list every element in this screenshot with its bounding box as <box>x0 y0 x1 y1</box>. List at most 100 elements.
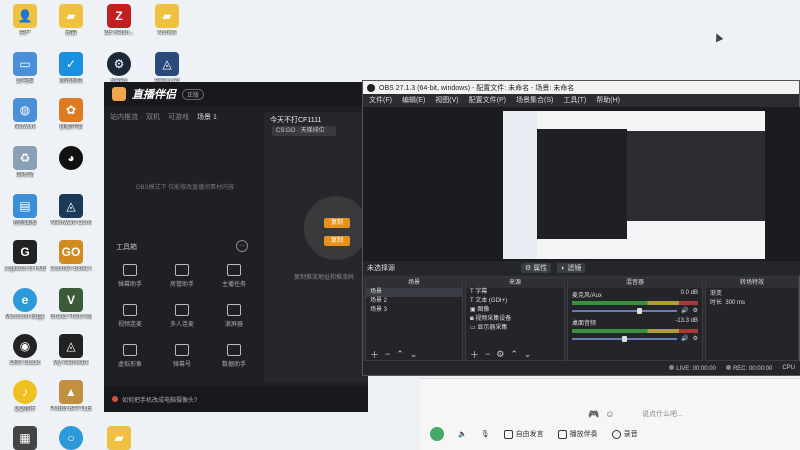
speaker-icon[interactable]: 🔊 <box>681 335 688 342</box>
desktop-icon[interactable]: ◬ Alien Lab <box>146 52 188 85</box>
tab-game[interactable]: 可游戏 <box>168 112 189 122</box>
menu-edit[interactable]: 编辑(E) <box>402 95 425 105</box>
desktop-icon[interactable]: ▤ 控制面板 <box>4 194 46 227</box>
desktop-icon[interactable]: V Grand Theft Auto V <box>50 288 92 321</box>
desktop-icon[interactable]: ▦ <box>4 426 46 450</box>
smile-icon[interactable]: ☺ <box>605 409 614 420</box>
free-speech-button[interactable]: 自由发言 <box>503 429 544 439</box>
chat-input[interactable]: 说点什么吧... <box>642 409 742 421</box>
desktop-icon[interactable]: ◉ OBS Studio <box>4 334 46 367</box>
tool-scroller[interactable]: 滚屏器 <box>212 304 256 328</box>
obs-mode-message: OBS模式下 仅能修改直播间素材内容 <box>135 185 235 191</box>
tool-avatar[interactable]: 虚拟形象 <box>108 344 152 368</box>
menu-file[interactable]: 文件(F) <box>369 95 392 105</box>
menu-help[interactable]: 帮助(H) <box>596 95 620 105</box>
mic-icon[interactable]: 🎙 <box>481 430 490 438</box>
remove-icon[interactable]: − <box>485 349 490 359</box>
desktop-icon[interactable]: ✿ 直播伴侣 <box>50 98 92 131</box>
tab-scene[interactable]: 场景 1 <box>197 112 217 122</box>
source-item[interactable]: T 字幕 <box>466 288 564 297</box>
duration-value[interactable]: 300 ms <box>725 300 745 306</box>
tool-danmu-assistant[interactable]: 弹幕助手 <box>108 264 152 288</box>
transition-select[interactable]: 渐变 <box>706 290 798 299</box>
obs-statusbar: LIVE: 00:00:00 REC: 00:00:00 CPU <box>363 361 800 375</box>
version-badge[interactable]: 正版 <box>182 88 205 100</box>
desktop-icon[interactable]: ◍ Network <box>4 98 46 131</box>
add-icon[interactable]: ＋ <box>470 348 479 361</box>
record-button[interactable]: 录音 <box>611 429 638 439</box>
desktop-icon[interactable]: ⚙ Steam <box>98 52 140 85</box>
volume-slider[interactable] <box>572 307 678 314</box>
source-item[interactable]: T 文本 (GDI+) <box>466 297 564 306</box>
source-label: 视频采集设备 <box>475 316 512 322</box>
tool-host-task[interactable]: 主播任务 <box>212 264 256 288</box>
speaker-icon[interactable]: 🔊 <box>681 307 688 314</box>
source-item[interactable]: ▭ 显示器采集 <box>466 324 564 333</box>
tool-data-assistant[interactable]: 数据助手 <box>212 344 256 368</box>
move-down-icon[interactable]: ⌄ <box>524 349 532 360</box>
source-item[interactable]: ▣ 图像 <box>466 306 564 315</box>
volume-slider[interactable] <box>572 335 678 342</box>
menu-tools[interactable]: 工具(T) <box>563 95 586 105</box>
desktop-icon[interactable]: ♻ 回收站 <box>4 146 46 179</box>
desktop-icon[interactable]: ▰ <box>98 426 140 450</box>
desktop-icon[interactable]: ◬ My Alienware <box>50 334 92 367</box>
desktop-icon-label: 腾讯视频 <box>58 78 83 84</box>
tool-room-manager[interactable]: 房管助手 <box>160 264 204 288</box>
tool-video-link[interactable]: 视频连麦 <box>108 304 152 328</box>
desktop-icon[interactable]: ▭ 此电脑 <box>4 52 46 85</box>
desktop-icon[interactable]: G Logitech G HUB <box>4 240 46 273</box>
folder-icon: ▰ <box>107 426 131 450</box>
volume-knob[interactable] <box>637 307 643 314</box>
remove-icon[interactable]: − <box>385 349 390 359</box>
companion-notice-bar[interactable]: 如何把手机改成电脑摄像头? <box>104 386 368 412</box>
tool-multi-link[interactable]: 多人连麦 <box>160 304 204 328</box>
desktop-icon[interactable]: Z ZE-Settin... <box>98 4 140 37</box>
obs-preview[interactable] <box>363 107 800 261</box>
gear-icon[interactable]: ⚙ <box>496 349 504 360</box>
record-icon <box>611 429 621 439</box>
menu-scene-collection[interactable]: 场景集合(S) <box>516 95 553 105</box>
add-icon[interactable]: ＋ <box>370 348 379 361</box>
filters-button[interactable]: ◐ 滤镜 <box>557 263 586 273</box>
volume-knob[interactable] <box>622 335 628 342</box>
tab-dual[interactable]: 双机 <box>146 112 160 122</box>
copy-key-button[interactable]: 复制 <box>324 236 350 246</box>
scene-item[interactable]: 场景 2 <box>366 297 462 306</box>
source-label: 显示器采集 <box>477 325 508 331</box>
game-category[interactable]: CS:GO · 天梯排位 <box>272 126 336 136</box>
desktop-icon[interactable]: ○ <box>50 426 92 450</box>
properties-button[interactable]: ⚙ 属性 <box>521 263 552 273</box>
tool-danmu-number[interactable]: 弹幕号 <box>160 344 204 368</box>
desktop-icon[interactable]: ◕ <box>50 146 92 170</box>
move-up-icon[interactable]: ⌃ <box>396 349 404 360</box>
desktop-icon[interactable]: e Microsoft Edge <box>4 288 46 321</box>
move-up-icon[interactable]: ⌃ <box>510 349 518 360</box>
copy-url-button[interactable]: 复制 <box>324 218 350 228</box>
desktop-icon[interactable]: ♪ QQ音乐 <box>4 380 46 413</box>
menu-view[interactable]: 视图(V) <box>435 95 458 105</box>
notice-text[interactable]: 如何把手机改成电脑摄像头? <box>122 395 197 404</box>
desktop-icon[interactable]: GO Counter-Strike Global Off... <box>50 240 92 273</box>
play-backing-button[interactable]: 播放伴奏 <box>557 429 598 439</box>
menu-profile[interactable]: 配置文件(P) <box>469 95 506 105</box>
avatar[interactable] <box>430 427 444 441</box>
volume-icon[interactable]: 🔈 <box>458 430 467 438</box>
desktop-icon[interactable]: 👤 用户 <box>4 4 46 37</box>
gear-icon[interactable]: ⚙ <box>693 307 698 314</box>
gamepad-icon[interactable]: 🎮 <box>588 409 599 420</box>
desktop-icon[interactable]: ✓ 腾讯视频 <box>50 52 92 85</box>
desktop-icon[interactable]: ▰ Archive <box>146 4 188 37</box>
sources-dock: 来源 T 字幕 T 文本 (GDI+) ▣ 图像 ◙ 视频采集设备 ▭ 显示器采… <box>465 277 565 361</box>
desktop-icon[interactable]: ▰ 迅雷 <box>50 4 92 37</box>
gear-icon[interactable]: ⚙ <box>693 335 698 342</box>
source-item[interactable]: ◙ 视频采集设备 <box>466 315 564 324</box>
toolbox-more-icon[interactable]: … <box>236 240 248 252</box>
folder-icon: ▰ <box>59 4 83 28</box>
desktop-icon[interactable]: ▲ PUBG BATTLEGROUNDS <box>50 380 92 413</box>
scene-item[interactable]: 场景 <box>366 288 462 297</box>
tab-push[interactable]: 站内推流 <box>110 112 138 122</box>
move-down-icon[interactable]: ⌄ <box>410 349 418 360</box>
desktop-icon[interactable]: ◬ Alienware Comma... <box>50 194 92 227</box>
scene-item[interactable]: 场景 3 <box>366 306 462 315</box>
